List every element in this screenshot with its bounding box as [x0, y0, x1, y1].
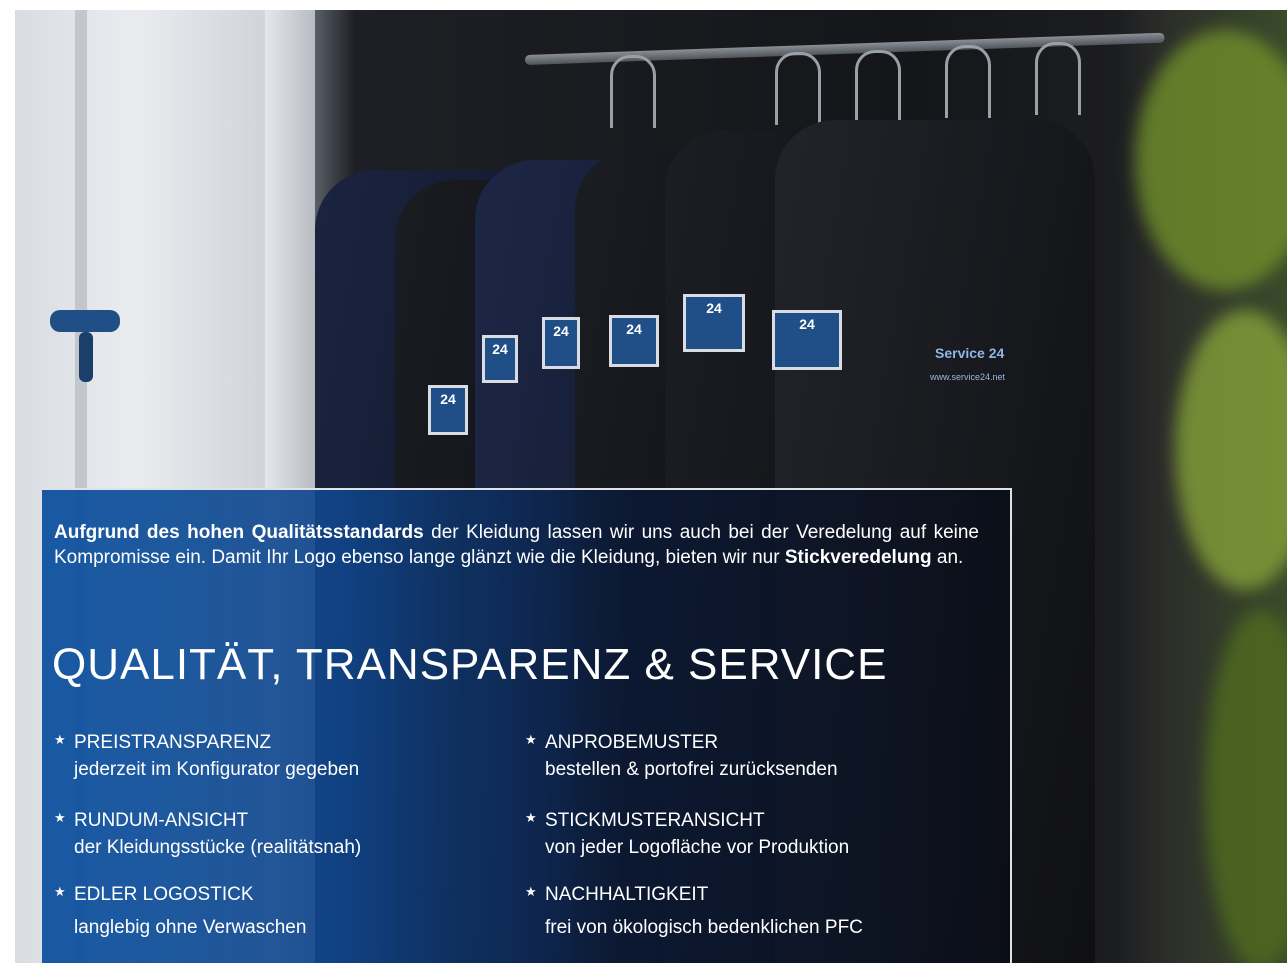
plant-leaves: [1205, 610, 1287, 963]
star-icon: ★: [525, 732, 537, 747]
feature-title: PREISTRANSPARENZ: [74, 732, 272, 753]
intro-text-2: an.: [931, 547, 964, 568]
embroidered-patch: 24: [683, 294, 745, 352]
hanger: [1035, 42, 1081, 115]
info-panel: Aufgrund des hohen Qualitätsstandards de…: [42, 488, 1012, 963]
door-handle: [50, 310, 120, 332]
feature-description: bestellen & portofrei zurücksenden: [545, 759, 838, 780]
hanger: [610, 55, 656, 128]
jacket-logo-text: Service 24: [935, 345, 1005, 361]
embroidered-patch: 24: [482, 335, 518, 383]
plant-leaves: [1135, 30, 1287, 290]
star-icon: ★: [54, 884, 66, 899]
feature-title: NACHHALTIGKEIT: [545, 884, 709, 905]
feature-title: STICKMUSTERANSICHT: [545, 810, 765, 831]
star-icon: ★: [525, 810, 537, 825]
feature-title: EDLER LOGOSTICK: [74, 884, 254, 905]
feature-description: langlebig ohne Verwaschen: [74, 917, 307, 938]
embroidered-patch: 24: [542, 317, 580, 369]
jacket-logo-url: www.service24.net: [930, 372, 1006, 382]
feature-description: jederzeit im Konfigurator gegeben: [74, 759, 360, 780]
hanger: [775, 52, 821, 125]
feature-description: der Kleidungsstücke (realitätsnah): [74, 837, 362, 858]
plant-leaves: [1175, 310, 1287, 590]
feature-description: frei von ökologisch bedenklichen PFC: [545, 917, 863, 938]
intro-bold-qualitaet: Aufgrund des hohen Qualitätsstandards: [54, 522, 424, 543]
feature-description: von jeder Logofläche vor Produktion: [545, 837, 850, 858]
star-icon: ★: [54, 732, 66, 747]
intro-bold-stick: Stickveredelung: [784, 547, 932, 568]
feature-title: RUNDUM-ANSICHT: [74, 810, 249, 831]
embroidered-patch: 24: [609, 315, 659, 367]
headline: QUALITÄT, TRANSPARENZ & SERVICE: [52, 640, 888, 689]
embroidered-patch: 24: [428, 385, 468, 435]
hanger: [855, 50, 901, 123]
door-lock: [79, 332, 93, 382]
star-icon: ★: [525, 884, 537, 899]
embroidered-patch: 24: [772, 310, 842, 370]
hanger: [945, 45, 991, 118]
star-icon: ★: [54, 810, 66, 825]
feature-title: ANPROBEMUSTER: [545, 732, 719, 753]
intro-paragraph: Aufgrund des hohen Qualitätsstandards de…: [54, 520, 979, 570]
